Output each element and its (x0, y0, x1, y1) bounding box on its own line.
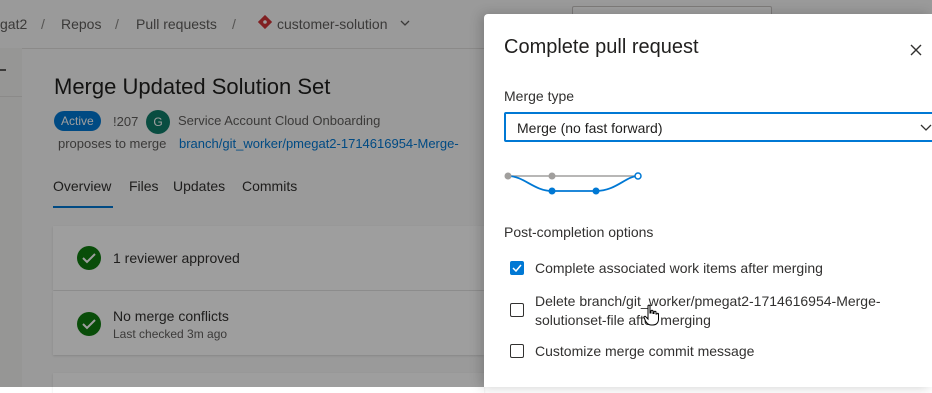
checkbox[interactable] (510, 344, 524, 358)
chevron-down-icon (920, 124, 932, 131)
option-label: Complete associated work items after mer… (535, 260, 823, 276)
merge-type-label: Merge type (504, 88, 575, 104)
panel-title: Complete pull request (504, 36, 699, 58)
hand-cursor-icon (643, 304, 659, 326)
merge-diagram-icon (504, 172, 642, 195)
option-label: Delete branch/git_worker/pmegat2-1714616… (535, 293, 881, 328)
checkbox[interactable] (510, 303, 524, 317)
merge-type-dropdown[interactable]: Merge (no fast forward) (504, 112, 932, 142)
complete-pr-panel: Complete pull request Merge type Merge (… (484, 14, 932, 387)
checkbox-checked[interactable] (510, 261, 524, 275)
post-completion-label: Post-completion options (504, 224, 654, 240)
option-label: Customize merge commit message (535, 343, 755, 359)
close-icon[interactable] (908, 42, 924, 58)
merge-type-value: Merge (no fast forward) (517, 120, 663, 136)
